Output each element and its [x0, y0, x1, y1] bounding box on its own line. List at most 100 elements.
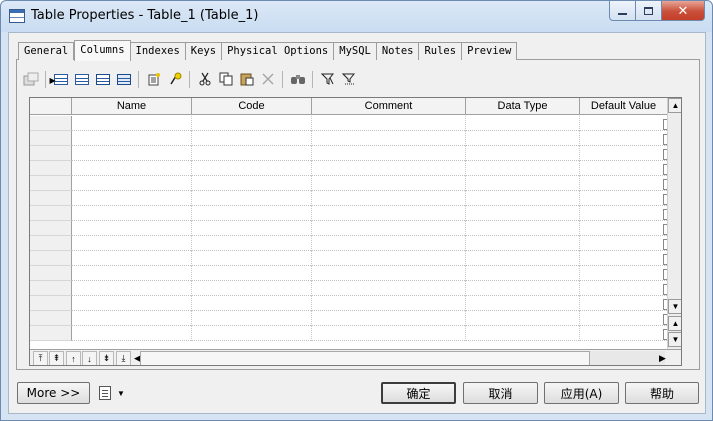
- paste-icon[interactable]: [237, 70, 256, 89]
- table-row[interactable]: [30, 161, 667, 176]
- move-page-down-icon[interactable]: ⇟: [99, 351, 114, 365]
- tab-columns[interactable]: Columns: [74, 40, 131, 61]
- grid-cell[interactable]: [72, 206, 192, 221]
- grid-cell[interactable]: [580, 266, 667, 281]
- tab-keys[interactable]: Keys: [185, 42, 223, 60]
- grid-cell[interactable]: [192, 236, 312, 251]
- filter-icon[interactable]: [318, 70, 337, 89]
- copy-icon[interactable]: [216, 70, 235, 89]
- grid-cell[interactable]: [580, 146, 667, 161]
- grid-cell[interactable]: [192, 326, 312, 341]
- tab-mysql[interactable]: MySQL: [334, 42, 377, 60]
- row-header-cell[interactable]: [30, 311, 72, 326]
- apply-button[interactable]: 应用(A): [544, 382, 619, 404]
- scroll-down-button[interactable]: ▼: [668, 299, 681, 314]
- grid-cell[interactable]: [466, 281, 580, 296]
- grid-cell[interactable]: [580, 326, 667, 341]
- grid-cell[interactable]: [192, 161, 312, 176]
- table-row[interactable]: [30, 266, 667, 281]
- row-header-cell[interactable]: [30, 221, 72, 236]
- table-row[interactable]: [30, 176, 667, 191]
- row-header-cell[interactable]: [30, 326, 72, 341]
- grid-cell[interactable]: [192, 311, 312, 326]
- grid-cell[interactable]: [72, 131, 192, 146]
- grid-cell[interactable]: [580, 281, 667, 296]
- grid-cell[interactable]: [312, 296, 466, 311]
- move-down-icon[interactable]: ↓: [82, 351, 97, 365]
- grid-cell[interactable]: [312, 326, 466, 341]
- ok-button[interactable]: 确定: [381, 382, 456, 404]
- grid-cell[interactable]: [580, 221, 667, 236]
- grid-cell[interactable]: [312, 311, 466, 326]
- grid-cell[interactable]: [466, 206, 580, 221]
- vertical-scrollbar[interactable]: ▲ ▼ ▲ ▼: [667, 98, 681, 349]
- grid-cell[interactable]: [72, 221, 192, 236]
- grid-cell[interactable]: [312, 206, 466, 221]
- row-header-cell[interactable]: [30, 236, 72, 251]
- grid-cell[interactable]: [72, 311, 192, 326]
- table-row[interactable]: [30, 296, 667, 311]
- grid-cell[interactable]: [192, 131, 312, 146]
- grid-cell[interactable]: [72, 266, 192, 281]
- maximize-button[interactable]: [636, 1, 662, 21]
- grid-cell[interactable]: [312, 146, 466, 161]
- grid-cell[interactable]: [466, 251, 580, 266]
- grid-cell[interactable]: [580, 176, 667, 191]
- add-row-icon[interactable]: [72, 70, 91, 89]
- grid-cell[interactable]: [192, 266, 312, 281]
- scroll-page-up-button[interactable]: ▲: [668, 316, 681, 331]
- row-header-cell[interactable]: [30, 206, 72, 221]
- delete-icon[interactable]: [258, 70, 277, 89]
- clear-filter-icon[interactable]: [339, 70, 358, 89]
- tab-rules[interactable]: Rules: [419, 42, 463, 60]
- column-header-name[interactable]: Name: [72, 98, 192, 115]
- column-header-code[interactable]: Code: [192, 98, 312, 115]
- grid-cell[interactable]: [192, 146, 312, 161]
- scroll-page-down-button[interactable]: ▼: [668, 332, 681, 347]
- grid-cell[interactable]: [580, 161, 667, 176]
- table-row[interactable]: [30, 191, 667, 206]
- grid-cell[interactable]: [192, 251, 312, 266]
- grid-cell[interactable]: [312, 221, 466, 236]
- grid-cell[interactable]: [312, 131, 466, 146]
- scroll-up-button[interactable]: ▲: [668, 98, 681, 113]
- find-icon[interactable]: [288, 70, 307, 89]
- column-header-data-type[interactable]: Data Type: [466, 98, 580, 115]
- tab-general[interactable]: General: [18, 42, 75, 60]
- close-button[interactable]: ✕: [662, 1, 705, 21]
- grid-cell[interactable]: [312, 176, 466, 191]
- tab-preview[interactable]: Preview: [462, 42, 518, 60]
- grid-cell[interactable]: [72, 251, 192, 266]
- grid-cell[interactable]: [466, 296, 580, 311]
- tab-indexes[interactable]: Indexes: [130, 42, 186, 60]
- grid-cell[interactable]: [466, 266, 580, 281]
- grid-cell[interactable]: [580, 191, 667, 206]
- horizontal-scroll-thumb[interactable]: [140, 351, 590, 365]
- grid-cell[interactable]: [312, 116, 466, 131]
- grid-cell[interactable]: [466, 116, 580, 131]
- grid-cell[interactable]: [192, 296, 312, 311]
- insert-row-icon[interactable]: ▶: [50, 70, 70, 89]
- add-rows-icon[interactable]: [93, 70, 112, 89]
- table-row[interactable]: [30, 146, 667, 161]
- grid-cell[interactable]: [192, 221, 312, 236]
- grid-cell[interactable]: [312, 266, 466, 281]
- title-bar[interactable]: Table Properties - Table_1 (Table_1) ✕: [1, 1, 712, 32]
- move-bottom-icon[interactable]: ⤓: [116, 351, 131, 365]
- column-header-default-value[interactable]: Default Value: [580, 98, 667, 115]
- cancel-button[interactable]: 取消: [463, 382, 538, 404]
- grid-cell[interactable]: [192, 116, 312, 131]
- row-header-cell[interactable]: [30, 131, 72, 146]
- grid-cell[interactable]: [72, 146, 192, 161]
- table-row[interactable]: [30, 206, 667, 221]
- scroll-right-icon[interactable]: ▶: [655, 351, 670, 365]
- grid-cell[interactable]: [312, 161, 466, 176]
- table-row[interactable]: [30, 326, 667, 341]
- grid-cell[interactable]: [72, 326, 192, 341]
- grid-cell[interactable]: [580, 116, 667, 131]
- row-header-cell[interactable]: [30, 191, 72, 206]
- insert-rows-icon[interactable]: [114, 70, 133, 89]
- row-header-cell[interactable]: [30, 176, 72, 191]
- menu-button[interactable]: ▼: [99, 383, 131, 403]
- tab-notes[interactable]: Notes: [376, 42, 420, 60]
